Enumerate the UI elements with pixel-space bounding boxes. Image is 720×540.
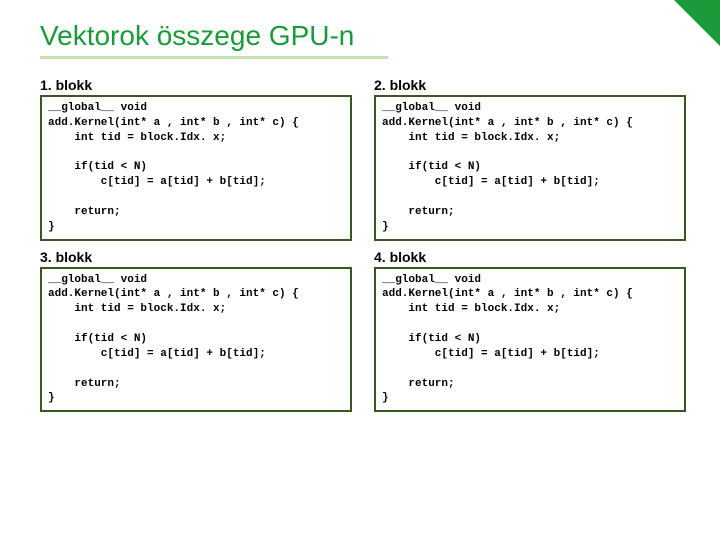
block-4-code: __global__ void add.Kernel(int* a , int*… (374, 267, 686, 413)
corner-accent (674, 0, 720, 46)
block-3-label: 3. blokk (40, 249, 352, 265)
block-2-label: 2. blokk (374, 77, 686, 93)
block-3-code: __global__ void add.Kernel(int* a , int*… (40, 267, 352, 413)
block-1: 1. blokk __global__ void add.Kernel(int*… (40, 73, 352, 241)
slide: Vektorok összege GPU-n 1. blokk __global… (0, 0, 720, 422)
block-1-code: __global__ void add.Kernel(int* a , int*… (40, 95, 352, 241)
block-2-code: __global__ void add.Kernel(int* a , int*… (374, 95, 686, 241)
block-1-label: 1. blokk (40, 77, 352, 93)
title-underline (40, 56, 388, 59)
slide-title: Vektorok összege GPU-n (40, 20, 686, 52)
block-4-label: 4. blokk (374, 249, 686, 265)
blocks-grid: 1. blokk __global__ void add.Kernel(int*… (40, 73, 686, 412)
block-3: 3. blokk __global__ void add.Kernel(int*… (40, 245, 352, 413)
block-2: 2. blokk __global__ void add.Kernel(int*… (374, 73, 686, 241)
block-4: 4. blokk __global__ void add.Kernel(int*… (374, 245, 686, 413)
